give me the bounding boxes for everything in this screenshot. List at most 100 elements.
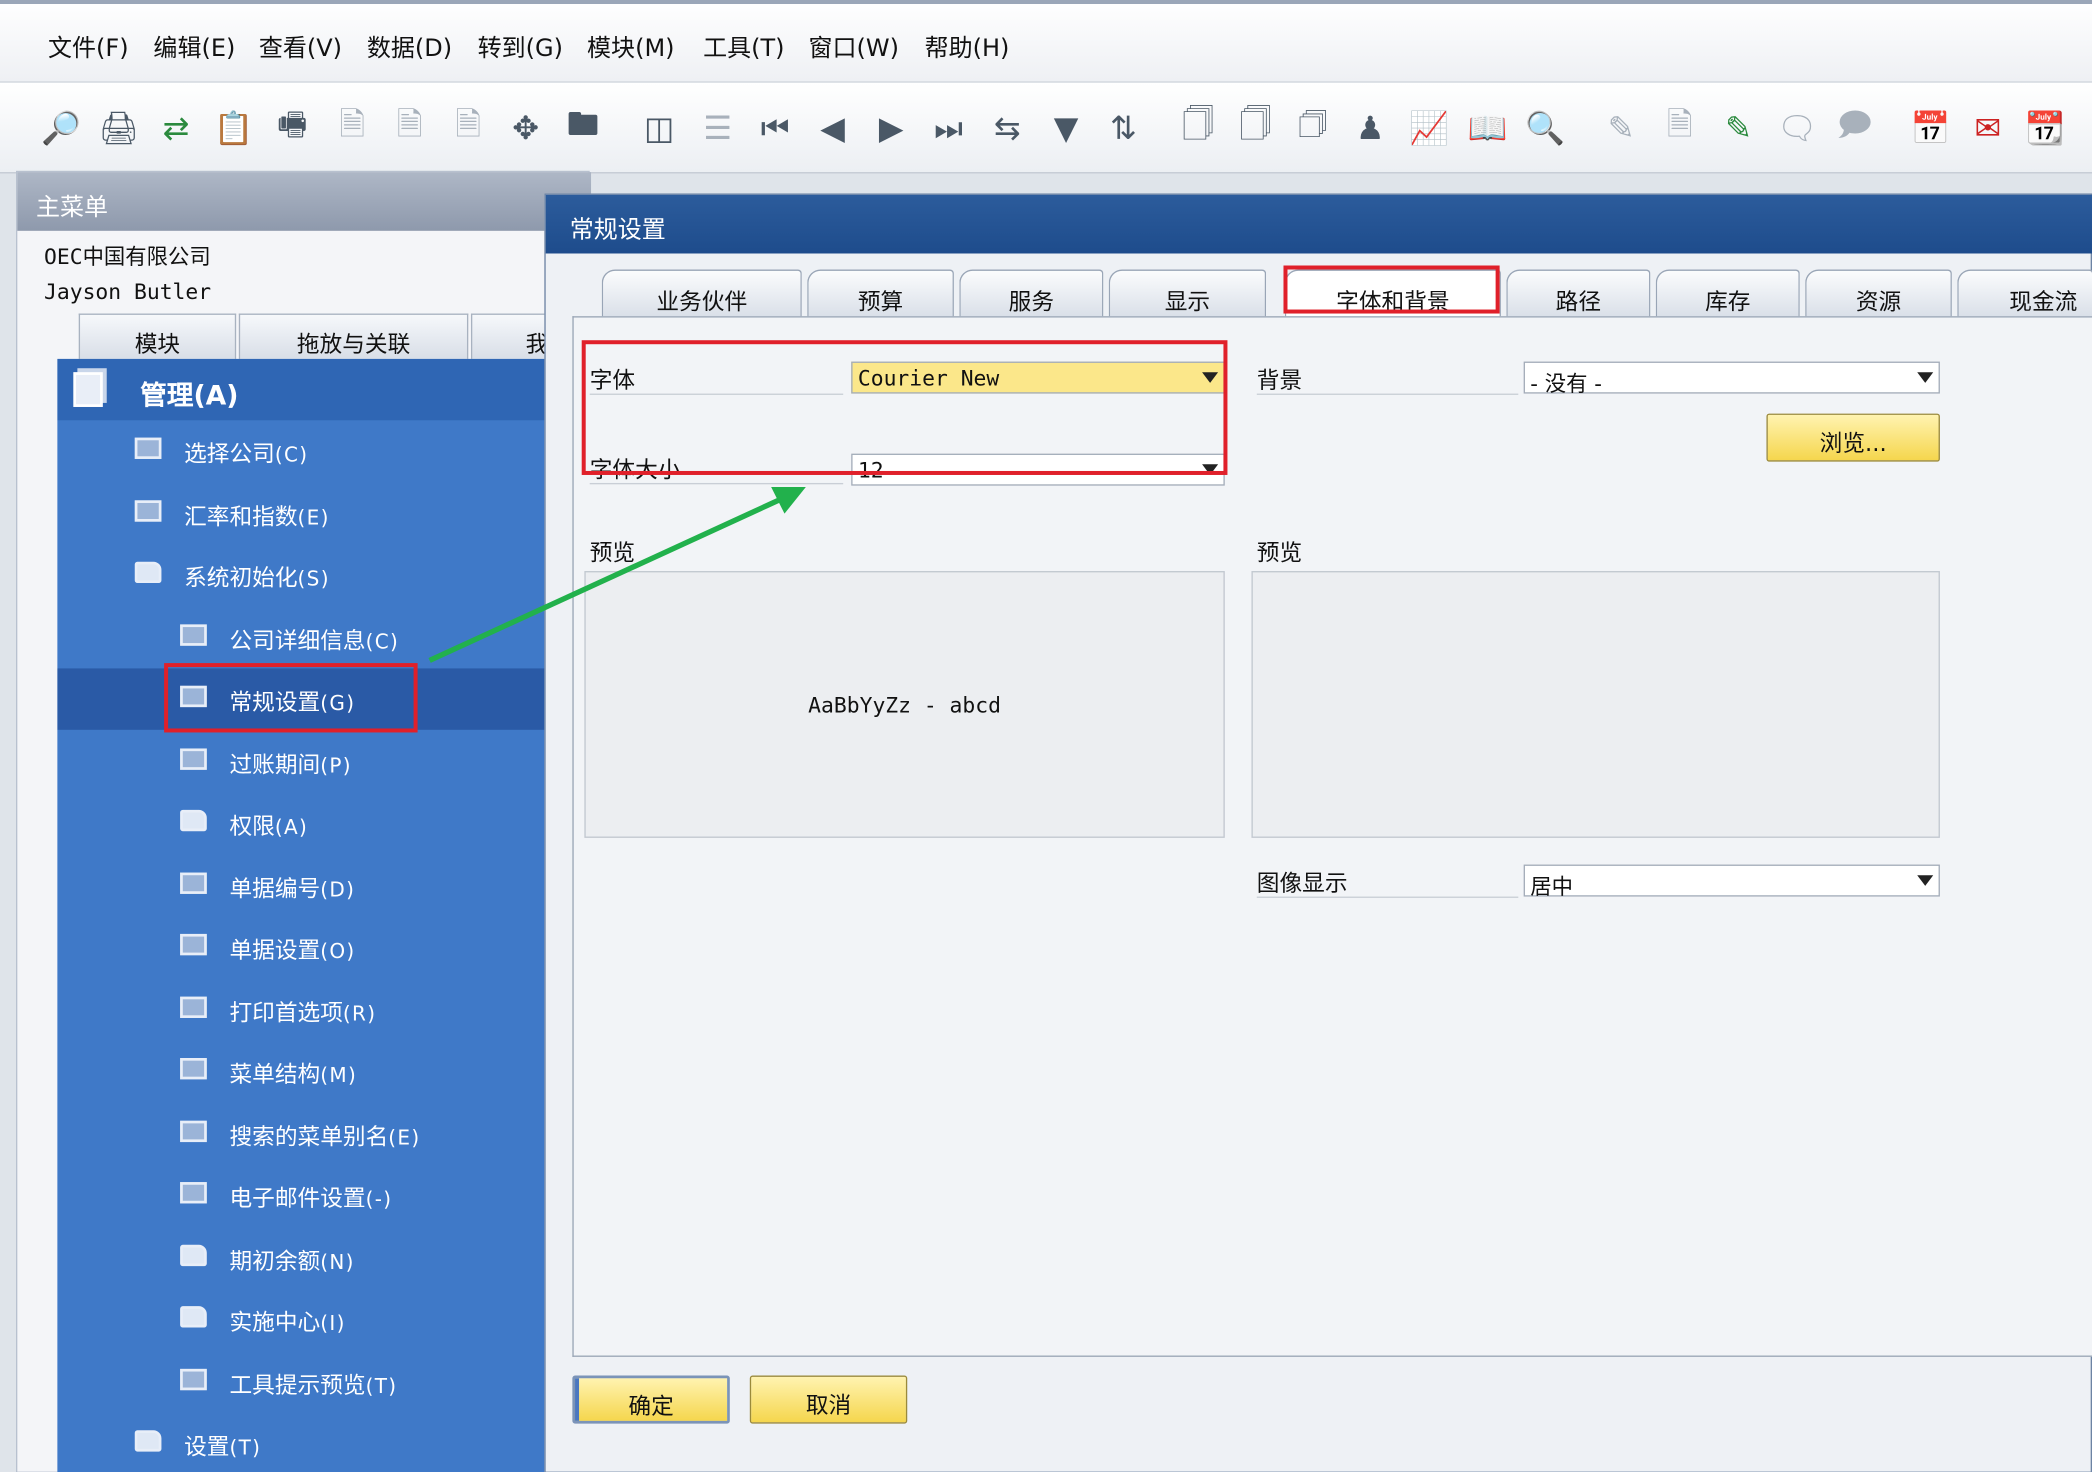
refresh-icon[interactable]: ⇆ (986, 107, 1029, 150)
chevron-down-icon (1202, 372, 1219, 383)
background-preview-box (1251, 571, 1940, 838)
image-display-select[interactable]: 居中 (1523, 864, 1940, 899)
user-icon[interactable]: ♟ (1349, 107, 1392, 150)
tree-item-label: 过账期间(P) (229, 751, 352, 779)
tab-budget[interactable]: 预算 (807, 269, 954, 318)
folder-icon: folder-icon (180, 1306, 207, 1328)
tree-item[interactable]: folder-icon 期初余额(N) (57, 1227, 591, 1288)
tree-item[interactable]: window-icon 汇率和指数(E) (57, 482, 591, 543)
menu-data[interactable]: 数据(D) (367, 29, 452, 64)
target-document-icon[interactable]: 🗍 (1234, 105, 1277, 150)
tree-root-administration[interactable]: 管理(A) (57, 358, 592, 421)
tab-modules[interactable]: 模块 (78, 313, 237, 359)
window-icon: window-icon (180, 1058, 207, 1080)
calendar-icon[interactable]: 📆 (2024, 107, 2067, 150)
folder-open-icon: folder-open-icon (134, 561, 162, 584)
search-doc-icon[interactable]: 🔍 (1524, 107, 1567, 150)
tree-item[interactable]: window-icon 单据编号(D) (57, 855, 591, 916)
document-settings-icon[interactable]: 🗎 (1658, 105, 1701, 150)
browse-button[interactable]: 浏览... (1766, 413, 1940, 462)
tree-item[interactable]: window-icon 工具提示预览(T) (57, 1351, 591, 1412)
menu-goto[interactable]: 转到(G) (478, 29, 563, 64)
print-icon[interactable]: 🖨 (97, 107, 140, 150)
folder-icon: folder-icon (180, 809, 207, 832)
form-settings-icon[interactable]: ✎ (1717, 107, 1760, 150)
previous-record-icon[interactable]: ◀ (811, 107, 854, 150)
menu-edit[interactable]: 编辑(E) (153, 29, 235, 64)
module-tree: 管理(A) window-icon 选择公司(C) window-icon 汇率和指数… (57, 358, 592, 1472)
background-select-value: - 没有 - (1530, 370, 1603, 397)
tab-font-background[interactable]: 字体和背景 (1284, 269, 1501, 321)
window-icon: window-icon (180, 871, 207, 894)
edit-icon[interactable]: ✎ (1600, 107, 1643, 150)
tab-display[interactable]: 显示 (1108, 269, 1267, 318)
find-icon[interactable]: ◫ (638, 107, 681, 150)
journal-icon[interactable]: 🗇 (1291, 105, 1334, 150)
tree-item[interactable]: window-icon 搜索的菜单别名(E) (57, 1103, 591, 1164)
font-size-label: 字体大小 (589, 457, 681, 485)
tree-item-label: 公司详细信息(C) (229, 627, 400, 655)
excel-icon[interactable]: 🗎 (447, 105, 490, 150)
base-document-icon[interactable]: 🗍 (1177, 105, 1220, 150)
font-select[interactable]: Courier New (851, 361, 1225, 394)
fax-icon[interactable]: 🖷 (271, 105, 314, 150)
menu-help[interactable]: 帮助(H) (925, 29, 1010, 64)
tab-service[interactable]: 服务 (959, 269, 1104, 318)
word-icon[interactable]: 🗎 (388, 105, 431, 150)
tree-item[interactable]: window-icon 打印首选项(R) (57, 979, 591, 1040)
list-icon[interactable]: ☰ (696, 107, 739, 150)
chart-icon[interactable]: 📈 (1408, 107, 1451, 150)
tree-item[interactable]: window-icon 电子邮件设置(-) (57, 1165, 591, 1226)
message-icon[interactable]: 🗨 (1776, 107, 1819, 150)
tree-item-label: 系统初始化(S) (184, 565, 330, 593)
window-icon: window-icon (180, 1120, 207, 1142)
tree-item[interactable]: window-icon 选择公司(C) (57, 420, 591, 481)
lock-icon[interactable]: 🖿 (562, 105, 605, 150)
tab-inventory[interactable]: 库存 (1655, 269, 1800, 318)
background-select[interactable]: - 没有 - (1523, 361, 1940, 397)
last-record-icon[interactable]: ⏭ (927, 107, 970, 150)
menu-window[interactable]: 窗口(W) (809, 29, 900, 64)
messages-icon[interactable]: 🗩 (1833, 105, 1876, 150)
navigate-icon[interactable]: ✥ (504, 107, 547, 150)
window-icon: window-icon (180, 933, 207, 956)
tree-item[interactable]: folder-open-icon 系统初始化(S) (57, 544, 591, 605)
tree-item-label: 工具提示预览(T) (229, 1372, 398, 1399)
tree-item-label: 菜单结构(M) (229, 1062, 358, 1089)
cancel-button[interactable]: 取消 (749, 1375, 908, 1424)
tab-resources[interactable]: 资源 (1805, 269, 1952, 318)
tree-item-label: 期初余额(N) (229, 1248, 355, 1275)
tab-path[interactable]: 路径 (1506, 269, 1651, 318)
export-icon[interactable]: 📋 (212, 107, 255, 150)
tree-item[interactable]: folder-icon 实施中心(I) (57, 1289, 591, 1350)
tree-item-label: 搜索的菜单别名(E) (229, 1124, 421, 1151)
alert-calendar-icon[interactable]: 📅 (1909, 107, 1952, 150)
book-icon[interactable]: 📖 (1466, 107, 1509, 150)
menu-file[interactable]: 文件(F) (48, 29, 129, 64)
ok-button[interactable]: 确定 (572, 1375, 730, 1424)
pdf-icon[interactable]: 🗎 (331, 105, 374, 150)
next-record-icon[interactable]: ▶ (870, 107, 913, 150)
tree-item[interactable]: window-icon 常规设置(G) (57, 668, 592, 730)
tree-item[interactable]: window-icon 公司详细信息(C) (57, 606, 591, 667)
font-size-select[interactable]: 12 (851, 453, 1225, 486)
tree-item[interactable]: folder-icon 设置(T) (57, 1413, 591, 1472)
tab-drag-relate[interactable]: 拖放与关联 (238, 313, 469, 359)
mail-alert-icon[interactable]: ✉ (1967, 107, 2010, 150)
tab-cash-flow[interactable]: 现金流 (1957, 269, 2092, 318)
print-preview-icon[interactable]: 🔎 (40, 107, 83, 150)
filter-icon[interactable]: ▼ (1045, 107, 1088, 150)
sort-icon[interactable]: ⇅ (1102, 107, 1145, 150)
tree-item-label: 电子邮件设置(-) (229, 1186, 393, 1213)
tree-item[interactable]: folder-icon 权限(A) (57, 793, 591, 854)
window-icon: window-icon (180, 747, 207, 770)
tree-item[interactable]: window-icon 菜单结构(M) (57, 1041, 591, 1102)
tree-item[interactable]: window-icon 单据设置(O) (57, 917, 591, 978)
tree-item[interactable]: window-icon 过账期间(P) (57, 730, 591, 791)
menu-modules[interactable]: 模块(M) (587, 29, 674, 64)
menu-view[interactable]: 查看(V) (259, 29, 342, 64)
send-icon[interactable]: ⇄ (155, 107, 198, 150)
first-record-icon[interactable]: ⏮ (754, 107, 797, 150)
menu-tools[interactable]: 工具(T) (703, 29, 784, 64)
tab-business-partners[interactable]: 业务伙伴 (601, 269, 802, 318)
